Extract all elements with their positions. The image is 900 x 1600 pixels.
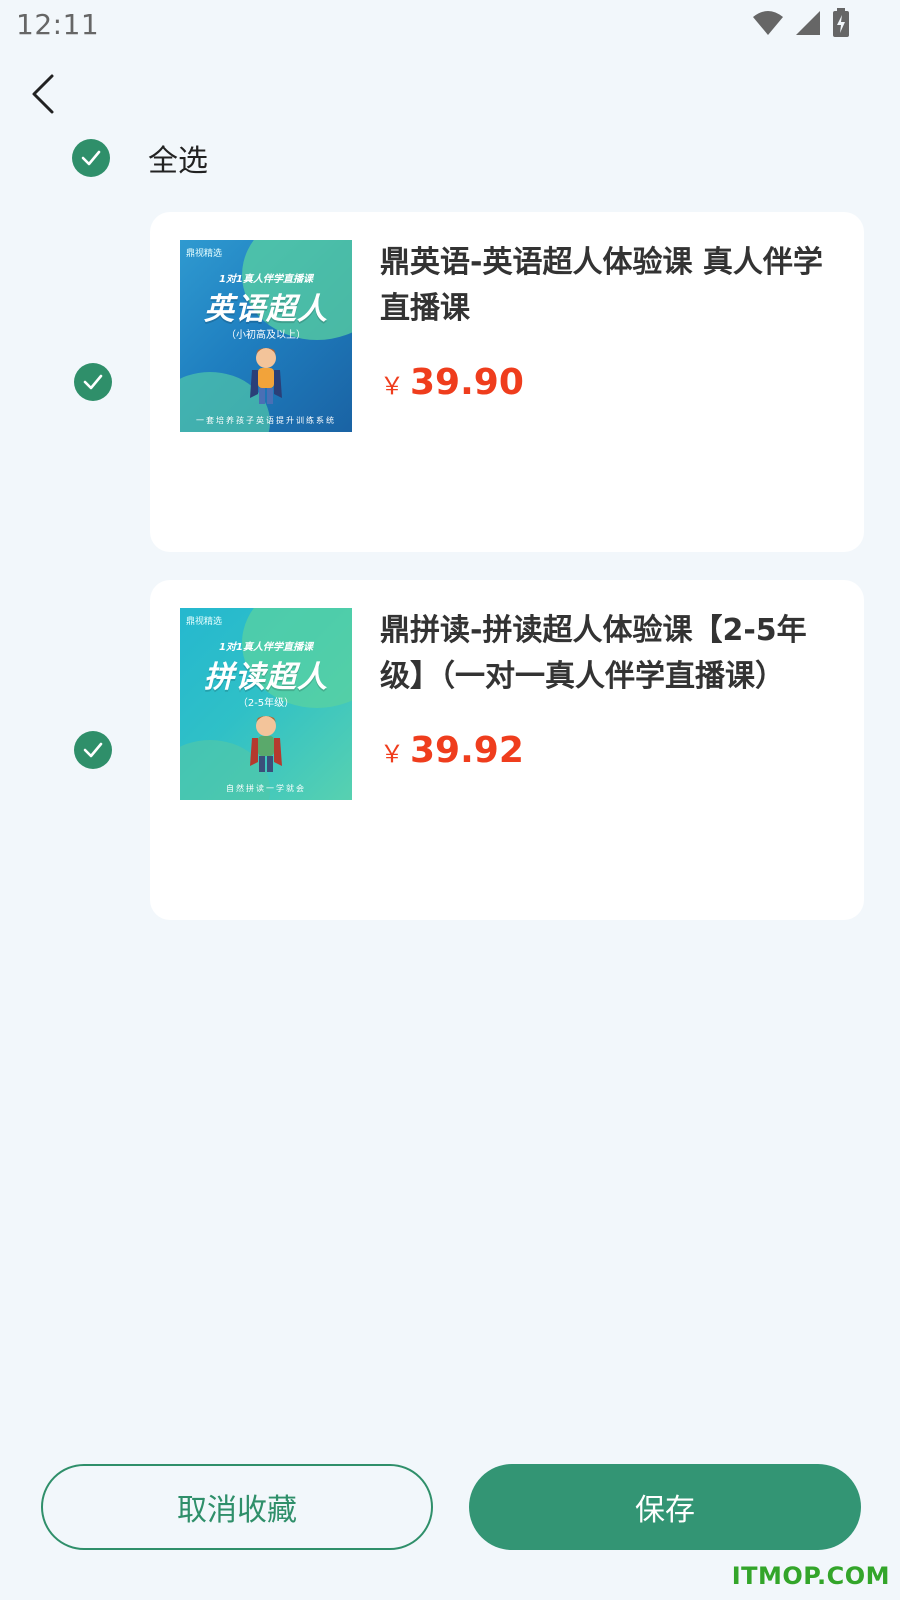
cartoon-kid-illustration xyxy=(242,344,290,408)
select-all-row[interactable]: 全选 xyxy=(72,138,208,179)
chevron-left-icon xyxy=(24,72,64,116)
status-icons xyxy=(752,8,850,38)
price-currency: ￥ xyxy=(380,372,404,400)
thumbnail-footer: 自然拼读一学就会 xyxy=(226,784,306,793)
checkmark-icon xyxy=(80,147,102,169)
cartoon-kid-illustration xyxy=(242,712,290,776)
signal-icon xyxy=(794,9,822,37)
course-price: ￥ 39.90 xyxy=(380,362,524,403)
thumbnail-headline: 英语超人 xyxy=(204,292,328,327)
watermark: ITMOP.COM xyxy=(731,1562,890,1590)
status-time: 12:11 xyxy=(16,8,100,41)
course-price: ￥ 39.92 xyxy=(380,730,524,771)
course-checkbox[interactable] xyxy=(74,731,112,769)
back-button[interactable] xyxy=(24,72,64,116)
course-card[interactable]: 鼎视精选 1对1真人伴学直播课 英语超人 （小初高及以上） 一套培养孩子英语提升… xyxy=(150,212,864,552)
course-thumbnail: 鼎视精选 1对1真人伴学直播课 拼读超人 （2-5年级） 自然拼读一学就会 xyxy=(180,608,352,800)
price-currency: ￥ xyxy=(380,740,404,768)
course-thumbnail: 鼎视精选 1对1真人伴学直播课 英语超人 （小初高及以上） 一套培养孩子英语提升… xyxy=(180,240,352,432)
wifi-icon xyxy=(752,9,784,37)
thumbnail-headline: 拼读超人 xyxy=(204,660,328,695)
thumbnail-subtitle: （小初高及以上） xyxy=(226,330,306,341)
status-bar: 12:11 xyxy=(0,0,900,50)
thumbnail-brand: 鼎视精选 xyxy=(186,617,223,627)
select-all-label: 全选 xyxy=(148,144,208,179)
battery-icon xyxy=(832,8,850,38)
select-all-checkbox[interactable] xyxy=(72,139,110,177)
course-title: 鼎英语-英语超人体验课 真人伴学直播课 xyxy=(380,245,823,326)
course-checkbox[interactable] xyxy=(74,363,112,401)
course-card[interactable]: 鼎视精选 1对1真人伴学直播课 拼读超人 （2-5年级） 自然拼读一学就会 鼎拼… xyxy=(150,580,864,920)
thumbnail-footer: 一套培养孩子英语提升训练系统 xyxy=(196,416,336,425)
thumbnail-tagline: 1对1真人伴学直播课 xyxy=(219,274,313,285)
price-amount: 39.92 xyxy=(410,730,524,771)
checkmark-icon xyxy=(82,371,104,393)
save-button[interactable]: 保存 xyxy=(469,1464,861,1550)
checkmark-icon xyxy=(82,739,104,761)
price-amount: 39.90 xyxy=(410,362,524,403)
thumbnail-tagline: 1对1真人伴学直播课 xyxy=(219,642,313,653)
course-title: 鼎拼读-拼读超人体验课【2-5年级】（一对一真人伴学直播课） xyxy=(380,613,807,694)
thumbnail-brand: 鼎视精选 xyxy=(186,249,223,259)
thumbnail-subtitle: （2-5年级） xyxy=(237,698,295,709)
cancel-favorite-button[interactable]: 取消收藏 xyxy=(41,1464,433,1550)
